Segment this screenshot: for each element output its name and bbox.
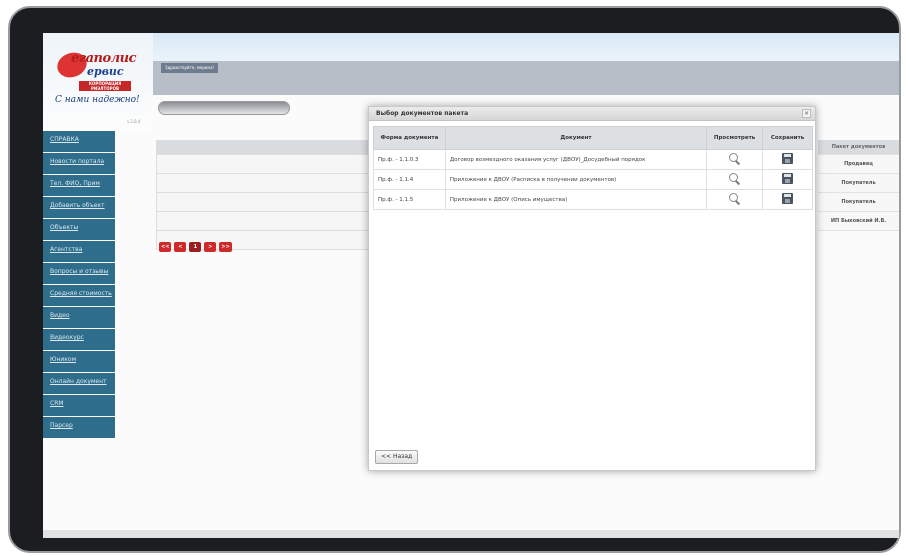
role-cell: Покупатель [818,174,899,193]
documents-table: Форма документа Документ Просмотреть Сох… [373,126,813,210]
table-header-row [156,140,386,155]
view-search-icon[interactable] [728,152,741,165]
table-row[interactable] [156,212,386,231]
document-cell: Договор возмездного оказания услуг (ДВОУ… [444,149,708,170]
sidebar-item-video[interactable]: Видео [43,307,115,328]
sidebar-item-add-object[interactable]: Добавить объект [43,197,115,218]
table-row: Пр.ф. - 1.1.5 Приложение к ДВОУ (Опись и… [373,189,813,210]
dialog-title: Выбор документов пакета [376,110,469,117]
pager-last-button[interactable]: >> [219,242,232,252]
footer-strip [43,530,899,538]
table-header-row: Форма документа Документ Просмотреть Сох… [373,126,813,150]
view-search-icon[interactable] [728,172,741,185]
pager-prev-button[interactable]: < [174,242,187,252]
form-cell: Пр.ф. - 1.1.4 [373,169,446,190]
sidebar-item-agencies[interactable]: Агентства [43,241,115,262]
sidebar-item-parser[interactable]: Парсер [43,417,115,438]
sidebar-item-questions[interactable]: Вопросы и отзывы [43,263,115,284]
pagination: << < 1 > >> [159,242,232,252]
sidebar-item-video-course[interactable]: Видеокурс [43,329,115,350]
role-cell: Покупатель [818,193,899,212]
sidebar-item-objects[interactable]: Объекты [43,219,115,240]
save-disk-icon[interactable] [782,193,794,204]
document-cell: Приложение к ДВОУ (Опись имущества) [444,189,708,210]
sidebar-item-avg-price[interactable]: Средняя стоимость [43,285,115,306]
form-cell: Пр.ф. - 1.1.5 [373,189,446,210]
pager-next-button[interactable]: > [204,242,217,252]
device-frame: егаполис ервис КОРПОРАЦИЯ РИЭЛТОРОВ С на… [8,6,901,553]
sidebar-item-crm[interactable]: CRM [43,395,115,416]
logo[interactable]: егаполис ервис КОРПОРАЦИЯ РИЭЛТОРОВ С на… [43,33,153,133]
column-header-view: Просмотреть [706,126,764,150]
table-row: Пр.ф. - 1.1.4 Приложение к ДВОУ (Расписк… [373,169,813,190]
close-icon[interactable]: × [802,109,811,118]
sidebar-item-unicom[interactable]: Юником [43,351,115,372]
background-table: Н [156,140,389,250]
sidebar: СПРАВКА Новости портала Тел. ФИО, Прим Д… [43,131,115,439]
column-header-form: Форма документа [373,126,446,150]
header-sky [43,33,899,61]
logo-slogan: С нами надежно! [55,95,140,105]
sidebar-item-news[interactable]: Новости портала [43,153,115,174]
greeting-label: Здравствуйте, мерина! [161,63,219,73]
document-cell: Приложение к ДВОУ (Расписка в получении … [444,169,708,190]
role-cell: ИП Быковский И.В. [818,212,899,231]
sidebar-item-help[interactable]: СПРАВКА [43,131,115,152]
column-header-document: Документ [444,126,708,150]
save-disk-icon[interactable] [782,173,794,184]
logo-corp-label: КОРПОРАЦИЯ РИЭЛТОРОВ [79,81,131,91]
right-column: Пакет документов Продавец Покупатель Пок… [818,140,899,231]
sidebar-item-online-doc[interactable]: Онлайн документ [43,373,115,394]
document-selection-dialog: Выбор документов пакета × Форма документ… [368,106,816,471]
role-cell: Продавец [818,155,899,174]
back-button[interactable]: << Назад [375,450,419,464]
view-search-icon[interactable] [728,192,741,205]
version-label: v.2.8.4 [127,119,141,124]
form-cell: Пр.ф. - 1.1.0.3 [373,149,446,170]
pager-page-button[interactable]: 1 [189,242,202,252]
logo-name-line1: егаполис [71,51,137,66]
logo-name-line2: ервис [87,65,124,78]
column-header: Пакет документов [818,140,899,155]
pager-first-button[interactable]: << [159,242,172,252]
screen: егаполис ервис КОРПОРАЦИЯ РИЭЛТОРОВ С на… [43,33,899,538]
table-row[interactable] [156,174,386,193]
save-disk-icon[interactable] [782,153,794,164]
table-row[interactable] [156,155,386,174]
search-input[interactable] [158,101,290,115]
table-row: Пр.ф. - 1.1.0.3 Договор возмездного оказ… [373,149,813,170]
sidebar-item-phone[interactable]: Тел. ФИО, Прим [43,175,115,196]
table-row[interactable] [156,193,386,212]
column-header-save: Сохранить [762,126,813,150]
dialog-header: Выбор документов пакета × [369,107,815,121]
